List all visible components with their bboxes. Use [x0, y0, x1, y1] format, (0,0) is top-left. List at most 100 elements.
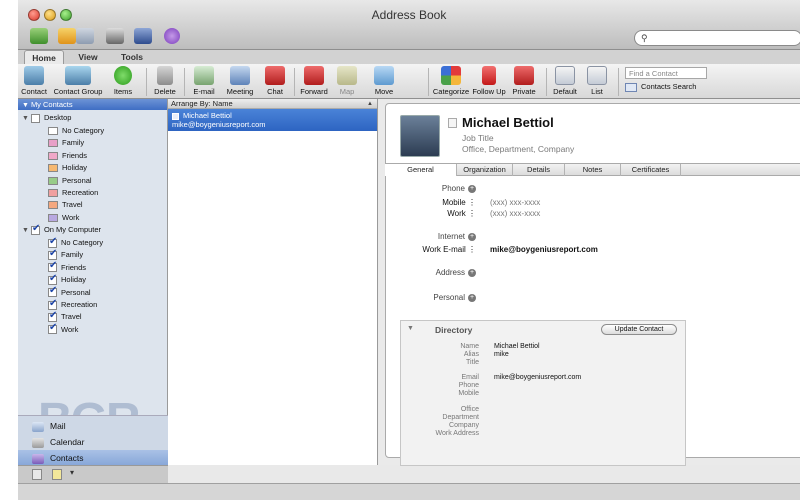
trash-icon [157, 66, 173, 85]
sidebar-item-desktop-6[interactable]: Travel [48, 199, 83, 211]
category-checkbox[interactable] [48, 273, 57, 285]
category-label: Family [61, 250, 84, 260]
update-contact-button[interactable]: Update Contact [601, 324, 677, 335]
directory-title-label: Title [466, 359, 479, 366]
search-icon: ⚲ [641, 33, 648, 43]
add-address-icon[interactable]: + [468, 268, 476, 277]
category-checkbox[interactable] [48, 260, 57, 273]
tab-general[interactable]: General [385, 164, 457, 176]
sidebar-item-desktop-0[interactable]: No Category [48, 125, 104, 137]
job-title-field[interactable]: Job Title [462, 133, 494, 143]
follow-up-button[interactable]: Follow Up [472, 66, 506, 96]
category-checkbox[interactable] [48, 310, 57, 322]
add-phone-icon[interactable]: + [468, 184, 476, 193]
sidebar-bottom-bar: ▾ [18, 465, 168, 483]
sidebar-item-desktop-5[interactable]: Recreation [48, 187, 98, 199]
arrange-by-header[interactable]: Arrange By: Name ▲ [168, 99, 377, 109]
on-my-computer-checkbox[interactable] [30, 223, 40, 235]
category-label: Holiday [62, 163, 88, 173]
new-items-button[interactable]: Items [108, 66, 138, 96]
category-checkbox[interactable] [48, 248, 57, 260]
disclosure-triangle-icon[interactable]: ▼ [407, 325, 414, 332]
category-color-swatch[interactable] [48, 189, 58, 198]
tab-tools[interactable]: Tools [112, 50, 152, 64]
email-button[interactable]: E-mail [190, 66, 218, 96]
sidebar-item-desktop-1[interactable]: Family [48, 137, 84, 149]
add-personal-icon[interactable]: + [468, 293, 476, 302]
forward-button[interactable]: Forward [298, 66, 330, 96]
category-checkbox[interactable] [48, 322, 57, 335]
tab-certificates[interactable]: Certificates [621, 164, 681, 176]
nav-mail[interactable]: Mail [18, 418, 168, 434]
add-internet-icon[interactable]: + [468, 232, 476, 241]
categorize-button[interactable]: Categorize [432, 66, 470, 96]
default-view-button[interactable]: Default [550, 66, 580, 96]
move-button[interactable]: Move [366, 66, 402, 96]
work-email-field[interactable]: mike@boygeniusreport.com [490, 245, 598, 254]
disclosure-triangle-icon[interactable]: ▼ [22, 227, 29, 234]
category-color-swatch[interactable] [48, 176, 58, 185]
meeting-button[interactable]: Meeting [224, 66, 256, 96]
contacts-icon [32, 453, 44, 464]
new-contact-button[interactable]: Contact [20, 66, 48, 96]
undo-icon[interactable] [58, 28, 76, 44]
category-checkbox[interactable] [48, 285, 57, 298]
tab-organization[interactable]: Organization [457, 164, 513, 176]
tab-home[interactable]: Home [24, 50, 64, 64]
sidebar-item-desktop-7[interactable]: Work [48, 212, 79, 224]
tab-details[interactable]: Details [513, 164, 565, 176]
private-button[interactable]: Private [510, 66, 538, 96]
list-view-button[interactable]: List [584, 66, 610, 96]
category-checkbox[interactable] [48, 298, 57, 310]
directory-name-label: Name [460, 343, 479, 350]
avatar[interactable] [400, 115, 440, 157]
office-field[interactable]: Office, Department, Company [462, 144, 574, 154]
category-label: Travel [62, 200, 83, 210]
notes-icon[interactable] [32, 469, 42, 480]
sidebar-item-on-my-computer[interactable]: ▼On My Computer [22, 223, 101, 236]
desktop-checkbox[interactable] [30, 113, 40, 123]
new-icon[interactable] [30, 28, 48, 44]
chat-button[interactable]: Chat [262, 66, 288, 96]
tab-view[interactable]: View [68, 50, 108, 64]
help-icon[interactable] [164, 28, 180, 44]
directory-name-value: Michael Bettiol [494, 343, 540, 350]
redo-icon[interactable] [76, 28, 94, 44]
search-field[interactable]: ⚲ [634, 30, 800, 46]
category-color-swatch[interactable] [48, 127, 58, 136]
tab-notes[interactable]: Notes [565, 164, 621, 176]
new-contact-group-button[interactable]: Contact Group [52, 66, 104, 96]
nav-calendar[interactable]: Calendar [18, 434, 168, 450]
category-color-swatch[interactable] [48, 151, 58, 160]
category-checkbox[interactable] [48, 236, 57, 248]
sidebar-item-desktop-4[interactable]: Personal [48, 175, 92, 187]
chevron-down-icon[interactable]: ▾ [70, 468, 74, 477]
disclosure-triangle-icon[interactable]: ▼ [22, 115, 29, 122]
find-contact-input[interactable]: Find a Contact [625, 67, 707, 79]
category-color-swatch[interactable] [48, 213, 58, 222]
category-label: Friends [61, 262, 87, 272]
address-book-window: Address Book ⚲ Home View Tools Contact C… [0, 0, 800, 500]
sidebar-item-desktop[interactable]: ▼ Desktop [22, 112, 71, 124]
contacts-search-button[interactable]: Contacts Search [625, 82, 696, 92]
nav-contacts[interactable]: Contacts [18, 450, 168, 466]
category-color-swatch[interactable] [48, 164, 58, 173]
print-icon[interactable] [106, 28, 124, 44]
sidebar-header[interactable]: ▼ My Contacts [18, 99, 167, 110]
tasks-icon[interactable] [52, 469, 62, 480]
sidebar-item-desktop-2[interactable]: Friends [48, 150, 87, 162]
list-item[interactable]: Michael Bettiol mike@boygeniusreport.com [168, 109, 377, 131]
category-label: Recreation [61, 300, 98, 309]
directory-work-address-label: Work Address [435, 430, 479, 437]
mobile-phone-field[interactable]: (xxx) xxx-xxxx [490, 198, 540, 207]
category-color-swatch[interactable] [48, 139, 58, 148]
sidebar-item-computer-7[interactable]: Work [48, 322, 78, 336]
category-color-swatch[interactable] [48, 201, 58, 210]
map-button[interactable]: Map [334, 66, 360, 96]
contact-name[interactable]: Michael Bettiol [462, 115, 554, 130]
sidebar-item-desktop-3[interactable]: Holiday [48, 162, 87, 174]
delete-button[interactable]: Delete [152, 66, 178, 96]
window-icon[interactable] [134, 28, 152, 44]
work-phone-field[interactable]: (xxx) xxx-xxxx [490, 209, 540, 218]
ribbon-divider [428, 68, 429, 96]
